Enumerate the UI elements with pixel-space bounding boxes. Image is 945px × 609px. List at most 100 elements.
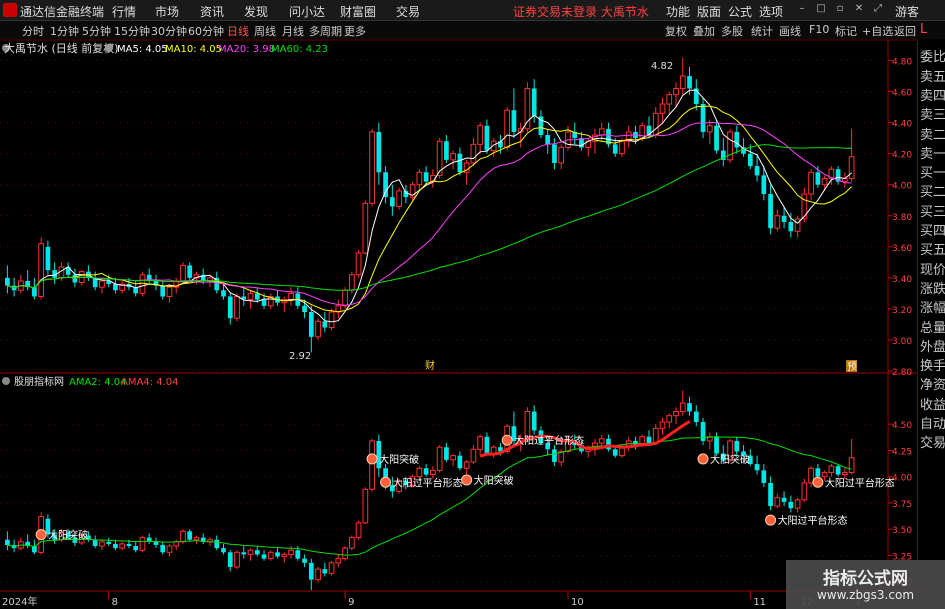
menu-jiaoyi[interactable]: 交易 bbox=[396, 3, 420, 20]
period-15min[interactable]: 15分钟 bbox=[114, 23, 150, 39]
period-fenshi[interactable]: 分时 bbox=[22, 23, 44, 39]
candle-body bbox=[342, 289, 348, 307]
period-5min[interactable]: 5分钟 bbox=[82, 23, 111, 39]
menu-hangqing[interactable]: 行情 bbox=[112, 3, 136, 20]
candle-body bbox=[254, 293, 260, 300]
stock-label: 大禹节水 (日线 前复权) bbox=[4, 41, 119, 55]
period-30min[interactable]: 30分钟 bbox=[151, 23, 187, 39]
side-item-17[interactable]: 换手 bbox=[920, 355, 945, 374]
login-notice[interactable]: 证券交易未登录 大禹节水 bbox=[513, 3, 649, 20]
side-item-13[interactable]: 涨跌 bbox=[920, 278, 945, 297]
candle-body bbox=[484, 125, 490, 151]
close-icon[interactable]: ✕ bbox=[854, 4, 864, 14]
candle-body bbox=[153, 541, 159, 545]
candle-body bbox=[234, 551, 240, 568]
side-item-9[interactable]: 买三 bbox=[920, 201, 945, 220]
side-item-1[interactable]: 委比 bbox=[920, 46, 945, 65]
candle-body bbox=[639, 125, 646, 139]
period-more[interactable]: 更多 bbox=[344, 23, 366, 39]
tool-diejia[interactable]: 叠加 bbox=[693, 23, 715, 39]
candle-body bbox=[430, 469, 436, 476]
menu-gongneng[interactable]: 功能 bbox=[666, 3, 690, 20]
candle-body bbox=[801, 482, 808, 501]
menu-xuanxiang[interactable]: 选项 bbox=[759, 3, 783, 20]
watermark: 指标公式网 www.zbgs3.com bbox=[786, 560, 945, 609]
tick-label-main: 4.60 bbox=[892, 89, 912, 99]
settings-icon[interactable] bbox=[105, 44, 113, 52]
tool-tongji[interactable]: 统计 bbox=[751, 23, 773, 39]
tool-f10[interactable]: F10 bbox=[809, 23, 829, 36]
candle-body bbox=[558, 146, 565, 164]
side-item-8[interactable]: 买二 bbox=[920, 181, 945, 200]
candle-body bbox=[679, 75, 686, 89]
candle-body bbox=[598, 128, 605, 136]
menu-shichang[interactable]: 市场 bbox=[155, 3, 179, 20]
candle-body bbox=[477, 125, 484, 145]
side-item-14[interactable]: 涨幅 bbox=[920, 297, 945, 316]
indicator-menu-icon[interactable] bbox=[2, 377, 10, 385]
side-item-2[interactable]: 卖五 bbox=[920, 66, 945, 85]
fullscreen-icon[interactable]: ⤢ bbox=[873, 4, 883, 14]
menu-caifuquan[interactable]: 财富圈 bbox=[340, 3, 376, 20]
side-item-4[interactable]: 卖三 bbox=[920, 104, 945, 123]
candle-body bbox=[768, 482, 773, 507]
menu-zixun[interactable]: 资讯 bbox=[200, 3, 224, 20]
guest-label[interactable]: 游客 bbox=[895, 3, 919, 20]
side-item-5[interactable]: 卖二 bbox=[920, 124, 945, 143]
candle-body bbox=[113, 284, 118, 291]
side-item-16[interactable]: 外盘 bbox=[920, 336, 945, 355]
candle-body bbox=[267, 551, 274, 560]
side-item-11[interactable]: 买五 bbox=[920, 239, 945, 258]
side-item-21[interactable]: 交易 bbox=[920, 432, 945, 451]
tool-biaoji[interactable]: 标记 bbox=[835, 23, 857, 39]
tool-fanhui[interactable]: 返回 bbox=[894, 23, 916, 39]
candle-body bbox=[552, 144, 557, 163]
forecast-marker[interactable]: 预 bbox=[847, 361, 857, 373]
ama4-label: AMA4: 4.04 bbox=[121, 377, 179, 388]
tool-huaxian[interactable]: 画线 bbox=[779, 23, 801, 39]
tool-duogu[interactable]: 多股 bbox=[721, 23, 743, 39]
side-item-12[interactable]: 现价 bbox=[920, 259, 945, 278]
menu-faxian[interactable]: 发现 bbox=[244, 3, 268, 20]
menu-wenxiaoda[interactable]: 问小达 bbox=[289, 3, 325, 20]
finance-marker[interactable]: 财 bbox=[425, 359, 435, 372]
candle-body bbox=[315, 320, 321, 338]
menu-banmian[interactable]: 版面 bbox=[697, 3, 721, 20]
candle-body bbox=[821, 471, 828, 478]
date-label: 10 bbox=[571, 597, 584, 608]
candle-body bbox=[133, 546, 139, 551]
candle-body bbox=[781, 497, 787, 502]
side-item-0[interactable]: L bbox=[920, 22, 927, 37]
side-item-3[interactable]: 卖四 bbox=[920, 85, 945, 104]
candle-body bbox=[348, 274, 355, 291]
maximize-icon[interactable]: ▫ bbox=[835, 4, 845, 14]
period-multi[interactable]: 多周期 bbox=[309, 23, 342, 39]
side-item-20[interactable]: 自动 bbox=[920, 413, 945, 432]
period-monthly[interactable]: 月线 bbox=[282, 23, 304, 39]
side-item-19[interactable]: 收益 bbox=[920, 394, 945, 413]
minimize-icon[interactable]: – bbox=[797, 4, 807, 14]
signal-label: 大阳突破 bbox=[474, 474, 514, 487]
candle-body bbox=[524, 411, 531, 440]
signal-label: 大阳过平台形态 bbox=[393, 476, 463, 489]
candle-body bbox=[781, 215, 787, 222]
candle-body bbox=[173, 541, 180, 547]
side-item-6[interactable]: 卖一 bbox=[920, 143, 945, 162]
side-item-15[interactable]: 总量 bbox=[920, 317, 945, 336]
candle-body bbox=[288, 292, 294, 301]
side-item-10[interactable]: 买四 bbox=[920, 220, 945, 239]
period-weekly[interactable]: 周线 bbox=[254, 23, 276, 39]
restore-icon[interactable]: □ bbox=[816, 4, 826, 14]
tool-zixuan[interactable]: +自选 bbox=[862, 23, 893, 39]
period-daily[interactable]: 日线 bbox=[227, 23, 249, 39]
side-item-18[interactable]: 净资 bbox=[920, 374, 945, 393]
period-1min[interactable]: 1分钟 bbox=[50, 23, 79, 39]
side-item-7[interactable]: 买一 bbox=[920, 162, 945, 181]
period-60min[interactable]: 60分钟 bbox=[188, 23, 224, 39]
candlestick-chart[interactable]: 2.80 3.00 3.20 3.40 3.60 3.80 4.00 4.20 4.40 4.60… bbox=[0, 39, 917, 609]
tool-fuquan[interactable]: 复权 bbox=[665, 23, 687, 39]
candle-body bbox=[315, 568, 321, 581]
candle-body bbox=[801, 193, 808, 220]
candle-body bbox=[835, 466, 841, 475]
menu-gongshi[interactable]: 公式 bbox=[728, 3, 752, 20]
